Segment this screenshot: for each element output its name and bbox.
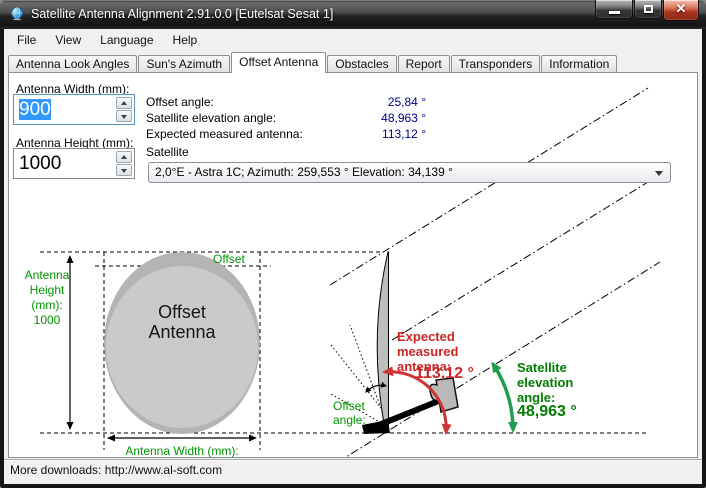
globe-icon bbox=[9, 6, 25, 22]
expected-measured-value: 113,12 ° bbox=[415, 366, 474, 381]
status-bar: More downloads: http://www.al-soft.com bbox=[4, 459, 702, 481]
app-window: Satellite Antenna Alignment 2.91.0.0 [Eu… bbox=[0, 0, 706, 488]
app-body: File View Language Help Antenna Look Ang… bbox=[4, 29, 702, 484]
dish-front-ellipse bbox=[106, 266, 258, 428]
antenna-height-spinner bbox=[116, 151, 132, 176]
side-dish bbox=[377, 252, 388, 429]
elevation-angle-arc bbox=[493, 364, 513, 430]
tab-suns-azimuth[interactable]: Sun's Azimuth bbox=[138, 55, 230, 72]
offset-tick-label: Offset bbox=[213, 252, 245, 266]
antenna-width-input[interactable]: 900 bbox=[13, 94, 135, 125]
antenna-width-value: 900 bbox=[19, 99, 51, 120]
tab-antenna-look-angles[interactable]: Antenna Look Angles bbox=[8, 55, 137, 72]
tab-transponders[interactable]: Transponders bbox=[451, 55, 541, 72]
tab-obstacles[interactable]: Obstacles bbox=[327, 55, 396, 72]
satellite-rays bbox=[330, 88, 660, 457]
expected-readout-label: Expected measured antenna: bbox=[146, 127, 303, 141]
tab-strip: Antenna Look Angles Sun's Azimuth Offset… bbox=[4, 51, 702, 72]
tab-information[interactable]: Information bbox=[541, 55, 617, 72]
menu-file[interactable]: File bbox=[11, 31, 42, 49]
offset-angle-label: Offset angle: bbox=[333, 399, 366, 427]
dish-title: Offset Antenna bbox=[122, 302, 242, 342]
window-controls: ✕ bbox=[595, 0, 699, 21]
elevation-angle-value: 48,963 ° bbox=[517, 404, 577, 419]
window-title: Satellite Antenna Alignment 2.91.0.0 [Eu… bbox=[31, 0, 333, 29]
spin-down-button[interactable] bbox=[116, 164, 132, 176]
status-text: More downloads: http://www.al-soft.com bbox=[10, 463, 222, 477]
maximize-button[interactable] bbox=[634, 0, 662, 19]
antenna-height-value: 1000 bbox=[19, 153, 61, 175]
title-bar[interactable]: Satellite Antenna Alignment 2.91.0.0 [Eu… bbox=[0, 0, 706, 29]
expected-readout-value: 113,12 ° bbox=[299, 127, 426, 141]
menu-help[interactable]: Help bbox=[167, 31, 204, 49]
elevation-angle-label: Satellite elevation angle: bbox=[517, 360, 573, 405]
menu-view[interactable]: View bbox=[49, 31, 87, 49]
satellite-selected-option: 2,0°E - Astra 1C; Azimuth: 259,553 ° Ele… bbox=[155, 165, 453, 179]
offset-angle-readout-label: Offset angle: bbox=[146, 95, 214, 109]
tab-offset-antenna[interactable]: Offset Antenna bbox=[231, 52, 326, 73]
close-icon: ✕ bbox=[664, 1, 698, 17]
minimize-icon bbox=[609, 11, 620, 14]
spin-down-button[interactable] bbox=[116, 110, 132, 122]
satellite-dropdown[interactable]: 2,0°E - Astra 1C; Azimuth: 259,553 ° Ele… bbox=[148, 162, 671, 183]
satellite-label: Satellite bbox=[146, 145, 189, 159]
menu-bar: File View Language Help bbox=[4, 29, 702, 51]
tab-report[interactable]: Report bbox=[398, 55, 450, 72]
spin-up-button[interactable] bbox=[116, 151, 132, 163]
antenna-height-dimension-label: Antenna Height (mm): 1000 bbox=[17, 268, 77, 328]
offset-antenna-panel: Antenna Height (mm): 1000 Offset Offset … bbox=[8, 72, 698, 458]
elevation-readout-value: 48,963 ° bbox=[299, 111, 426, 125]
antenna-height-input[interactable]: 1000 bbox=[13, 148, 135, 179]
offset-angle-readout-value: 25,84 ° bbox=[299, 95, 426, 109]
minimize-button[interactable] bbox=[595, 0, 633, 19]
maximize-icon bbox=[644, 5, 653, 13]
spin-up-button[interactable] bbox=[116, 97, 132, 109]
chevron-down-icon bbox=[655, 171, 663, 176]
antenna-width-dimension-label: Antenna Width (mm): bbox=[104, 444, 260, 458]
elevation-readout-label: Satellite elevation angle: bbox=[146, 111, 276, 125]
antenna-width-spinner bbox=[116, 97, 132, 122]
close-button[interactable]: ✕ bbox=[663, 0, 699, 21]
menu-language[interactable]: Language bbox=[94, 31, 159, 49]
